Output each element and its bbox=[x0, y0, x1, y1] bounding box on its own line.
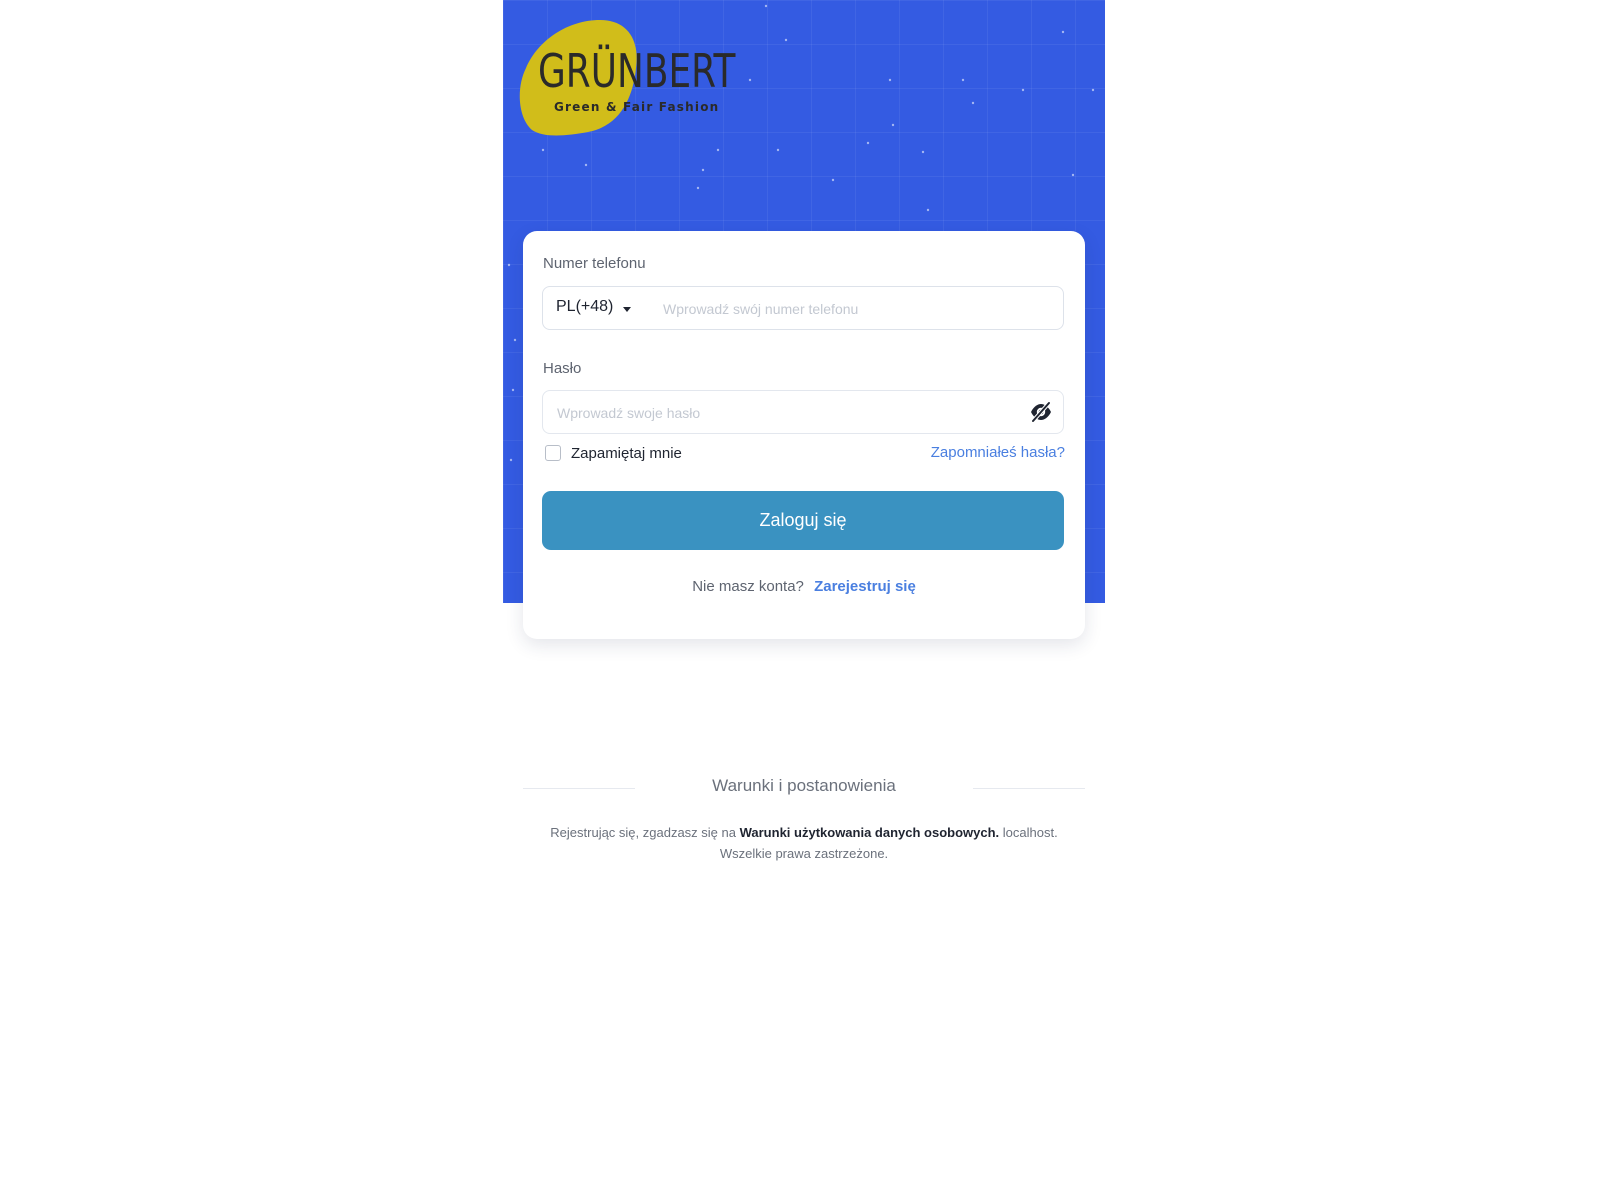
remember-me-checkbox[interactable] bbox=[545, 445, 561, 461]
phone-input[interactable] bbox=[661, 288, 1055, 330]
caret-down-icon bbox=[623, 307, 631, 312]
no-account-text: Nie masz konta? bbox=[692, 578, 804, 595]
eye-off-icon[interactable] bbox=[1029, 401, 1053, 423]
brand-name: GRÜNBERT bbox=[538, 44, 736, 98]
terms-prefix: Rejestrując się, zgadzasz się na bbox=[550, 825, 736, 840]
brand-tagline: Green & Fair Fashion bbox=[554, 100, 720, 114]
password-input[interactable] bbox=[555, 392, 1019, 434]
login-card: Numer telefonu PL(+48) Hasło Zapamiętaj … bbox=[523, 231, 1085, 639]
country-code-value: PL(+48) bbox=[556, 298, 614, 315]
login-page: GRÜNBERT Green & Fair Fashion Numer tele… bbox=[0, 0, 1600, 1200]
login-button[interactable]: Zaloguj się bbox=[542, 491, 1064, 550]
terms-text: Rejestrując się, zgadzasz się na Warunki… bbox=[523, 822, 1085, 864]
terms-section-header: Warunki i postanowienia bbox=[523, 776, 1085, 800]
register-link[interactable]: Zarejestruj się bbox=[814, 578, 916, 595]
remember-me[interactable]: Zapamiętaj mnie bbox=[545, 442, 682, 464]
register-row: Nie masz konta? Zarejestruj się bbox=[523, 578, 1085, 595]
password-field bbox=[542, 390, 1064, 434]
phone-label: Numer telefonu bbox=[543, 255, 646, 272]
brand-logo[interactable]: GRÜNBERT Green & Fair Fashion bbox=[518, 18, 738, 136]
password-label: Hasło bbox=[543, 360, 582, 377]
terms-heading: Warunki i postanowienia bbox=[712, 776, 896, 795]
forgot-password-link[interactable]: Zapomniałeś hasła? bbox=[931, 444, 1065, 461]
remember-me-label: Zapamiętaj mnie bbox=[571, 444, 682, 462]
phone-field: PL(+48) bbox=[542, 286, 1064, 330]
terms-link[interactable]: Warunki użytkowania danych osobowych. bbox=[740, 825, 1000, 840]
